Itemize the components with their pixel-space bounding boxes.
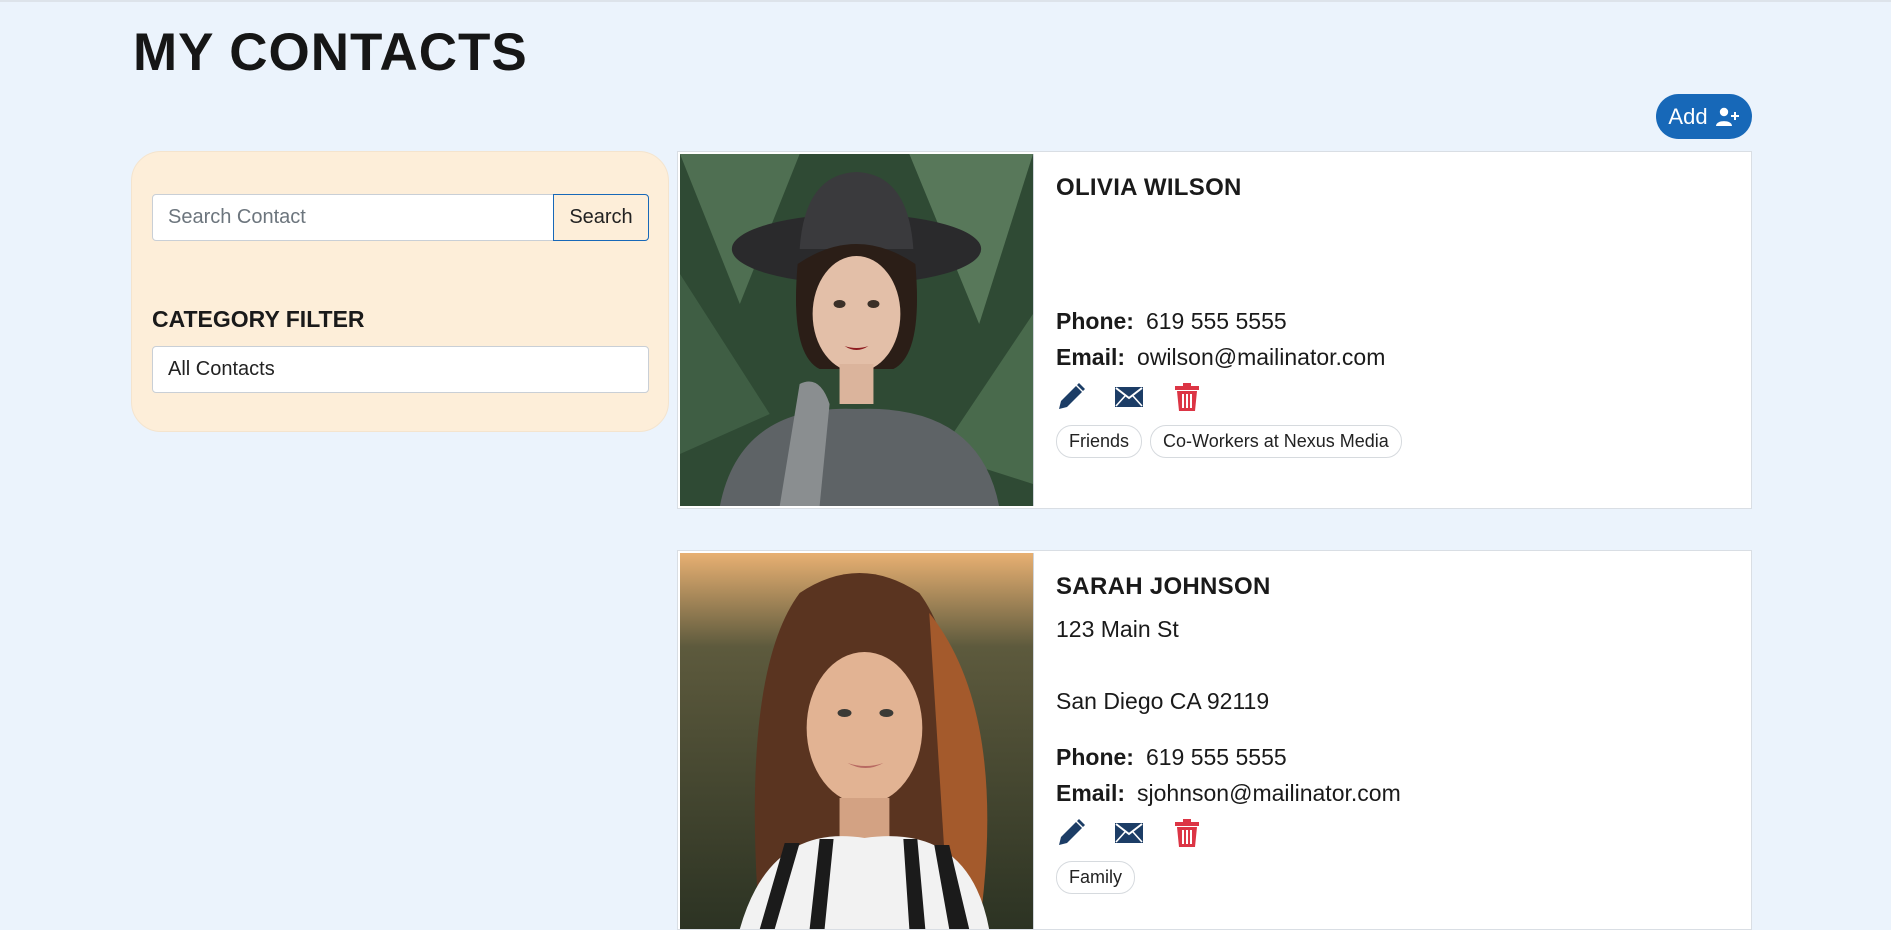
contact-actions	[1056, 818, 1202, 848]
search-button[interactable]: Search	[553, 194, 649, 241]
email-row: Email: sjohnson@mailinator.com	[1056, 780, 1401, 807]
trash-icon[interactable]	[1172, 382, 1202, 412]
add-contact-button[interactable]: Add	[1656, 94, 1752, 139]
email-value: sjohnson@mailinator.com	[1137, 780, 1401, 806]
phone-row: Phone: 619 555 5555	[1056, 744, 1287, 771]
tag-list: Family	[1056, 861, 1135, 894]
contact-photo	[680, 154, 1034, 506]
add-button-label: Add	[1668, 103, 1708, 129]
search-input[interactable]	[152, 194, 556, 241]
address-line-2: San Diego CA 92119	[1056, 688, 1270, 714]
email-value: owilson@mailinator.com	[1137, 344, 1386, 370]
pencil-icon[interactable]	[1056, 818, 1086, 848]
page-title: MY CONTACTS	[133, 23, 528, 82]
phone-label: Phone:	[1056, 308, 1134, 334]
address-line-1: 123 Main St	[1056, 616, 1179, 642]
contact-name: SARAH JOHNSON	[1056, 573, 1271, 600]
sidebar-panel: Search CATEGORY FILTER All Contacts	[131, 151, 669, 432]
phone-value: 619 555 5555	[1145, 744, 1287, 770]
phone-label: Phone:	[1056, 744, 1134, 770]
envelope-icon[interactable]	[1114, 382, 1144, 412]
category-filter-heading: CATEGORY FILTER	[152, 306, 365, 332]
tag-badge: Friends	[1056, 425, 1143, 458]
envelope-icon[interactable]	[1114, 818, 1144, 848]
contact-photo	[680, 553, 1034, 929]
user-plus-icon	[1715, 107, 1739, 126]
trash-icon[interactable]	[1172, 818, 1202, 848]
top-border	[0, 0, 1891, 2]
contact-actions	[1056, 382, 1202, 412]
email-row: Email: owilson@mailinator.com	[1056, 344, 1385, 371]
contact-card: SARAH JOHNSON 123 Main St San Diego CA 9…	[677, 550, 1752, 930]
tag-badge: Co-Workers at Nexus Media	[1150, 425, 1402, 458]
category-filter-select[interactable]: All Contacts	[152, 346, 649, 393]
pencil-icon[interactable]	[1056, 382, 1086, 412]
phone-row: Phone: 619 555 5555	[1056, 308, 1287, 335]
phone-value: 619 555 5555	[1145, 308, 1287, 334]
tag-badge: Family	[1056, 861, 1135, 894]
tag-list: Friends Co-Workers at Nexus Media	[1056, 425, 1402, 458]
email-label: Email:	[1056, 780, 1126, 806]
email-label: Email:	[1056, 344, 1126, 370]
contact-card: OLIVIA WILSON Phone: 619 555 5555 Email: o…	[677, 151, 1752, 509]
contact-name: OLIVIA WILSON	[1056, 174, 1242, 201]
